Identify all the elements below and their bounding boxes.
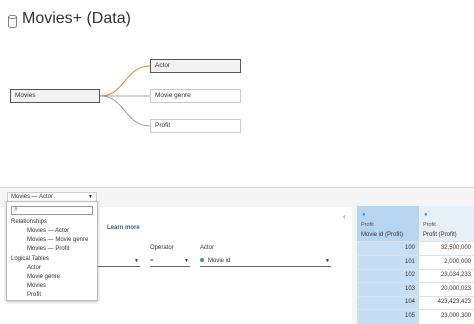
table-cell: 32,500,000 — [440, 245, 471, 251]
table-cell: 104 — [404, 299, 415, 305]
row-divider — [357, 296, 474, 297]
menu-item-relationship[interactable]: Movies — Movie genre — [27, 237, 88, 243]
table-cell: 2,000,000 — [444, 259, 471, 265]
actor-field-dropdown[interactable]: Movie id ▼ — [200, 257, 331, 267]
chevron-down-icon: ▼ — [134, 258, 139, 264]
chevron-left-icon[interactable]: ‹ — [343, 212, 346, 221]
table-cell: 102 — [404, 272, 415, 278]
operator-label: Operator — [150, 245, 174, 251]
row-divider — [357, 282, 474, 283]
chevron-down-icon: ▼ — [184, 258, 189, 264]
menu-item-relationship[interactable]: Movies — Profit — [27, 246, 69, 252]
table-node-profit[interactable]: Profit — [150, 119, 241, 133]
menu-item-table[interactable]: Profit — [27, 292, 41, 298]
chevron-down-icon: ▼ — [325, 258, 330, 264]
menu-item-table[interactable]: Actor — [27, 265, 41, 271]
chevron-down-icon: ▼ — [88, 194, 93, 200]
operator-value: = — [150, 258, 154, 264]
row-divider — [357, 309, 474, 310]
node-label: Movies — [15, 92, 36, 99]
learn-more-link[interactable]: Learn more — [107, 225, 140, 231]
table-cell: 101 — [404, 259, 415, 265]
node-label: Profit — [155, 122, 171, 129]
column-source: Profit — [423, 222, 436, 228]
actor-field-label: Actor — [200, 245, 215, 251]
magnifier-icon: ⌕ — [14, 206, 18, 213]
column-name: Movie id (Profit) — [361, 232, 404, 238]
dimension-dot-icon — [200, 258, 204, 263]
dimension-dot-icon: ● — [362, 212, 366, 218]
actor-field-value: Movie id — [208, 258, 231, 264]
row-divider — [357, 241, 474, 242]
menu-search-input[interactable]: ⌕ — [11, 206, 93, 215]
menu-item-table[interactable]: Movies — [27, 283, 46, 289]
relationship-selector-value: Movies — Actor — [11, 194, 54, 200]
table-cell: 23,000,300 — [440, 313, 471, 319]
node-label: Movie genre — [155, 92, 191, 99]
table-cell: 103 — [404, 286, 415, 292]
row-divider — [357, 255, 474, 256]
relationship-dropdown-menu: ⌕ Relationships Movies — Actor Movies — … — [6, 201, 98, 301]
column-name: Profit (Profit) — [423, 232, 457, 238]
menu-item-relationship[interactable]: Movies — Actor — [27, 228, 69, 234]
table-cell: 423,423,423 — [437, 299, 471, 305]
table-node-actor[interactable]: Actor — [150, 59, 241, 73]
menu-item-table[interactable]: Movie genre — [27, 274, 60, 280]
table-cell: 100 — [404, 245, 415, 251]
operator-dropdown[interactable]: = ▼ — [150, 257, 190, 267]
table-cell: 20,000,023 — [440, 286, 471, 292]
menu-section-logical-tables: Logical Tables — [11, 256, 49, 262]
table-node-movies[interactable]: Movies — [10, 89, 100, 103]
table-cell: 105 — [404, 313, 415, 319]
table-node-movie-genre[interactable]: Movie genre — [150, 89, 241, 103]
row-divider — [357, 269, 474, 270]
node-label: Actor — [155, 62, 171, 69]
menu-section-relationships: Relationships — [11, 219, 48, 225]
column-source: Profit — [361, 222, 374, 228]
movies-field-dropdown[interactable]: ▼ — [98, 257, 140, 267]
dimension-dot-icon: ● — [424, 212, 428, 218]
table-cell: 23,034,233 — [440, 272, 471, 278]
